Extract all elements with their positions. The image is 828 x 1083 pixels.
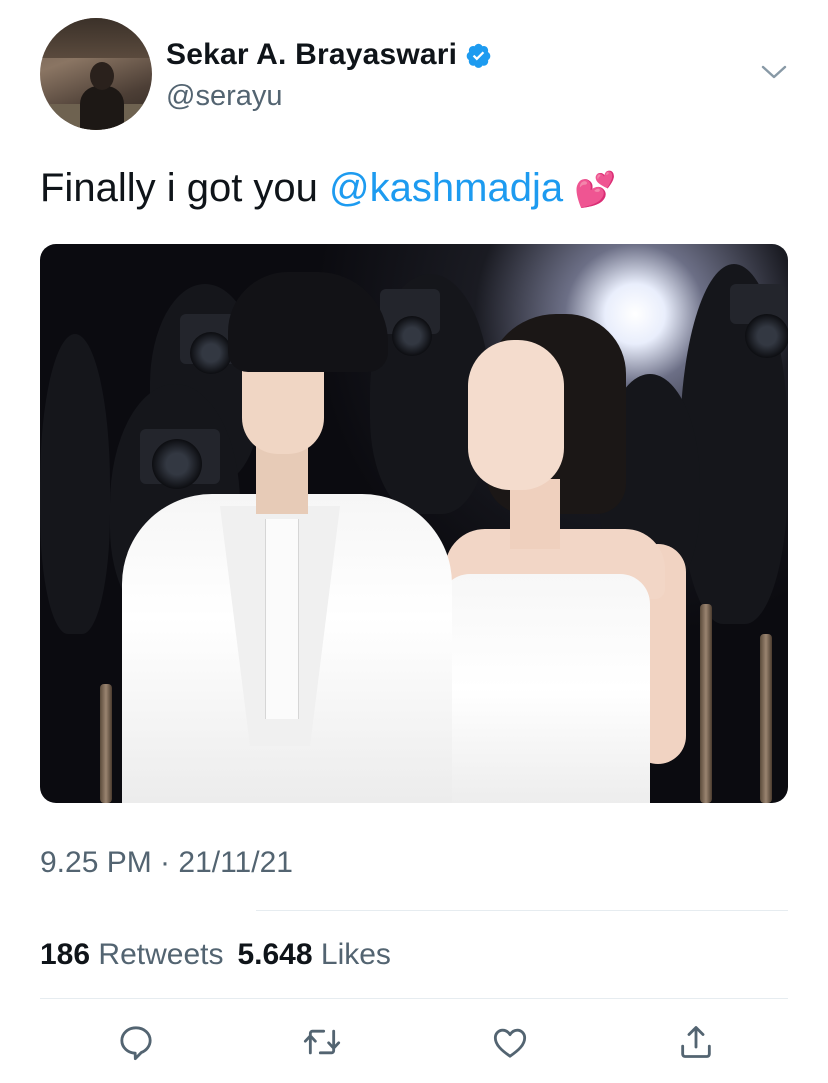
- author-display-name[interactable]: Sekar A. Brayaswari: [166, 38, 457, 72]
- likes-count: 5.648: [237, 938, 313, 971]
- retweets-count: 186: [40, 938, 91, 971]
- divider: [40, 998, 788, 999]
- chevron-down-icon[interactable]: [760, 62, 788, 82]
- tweet-text-body: Finally i got you: [40, 166, 330, 210]
- author-handle[interactable]: @serayu: [166, 80, 282, 113]
- author-name-row[interactable]: Sekar A. Brayaswari: [166, 38, 492, 72]
- share-icon[interactable]: [676, 1022, 716, 1062]
- retweet-icon[interactable]: [302, 1022, 342, 1062]
- tweet-photo[interactable]: [40, 244, 788, 803]
- tweet-text: Finally i got you @kashmadja 💕: [40, 166, 617, 211]
- likes-stat[interactable]: 5.648 Likes: [237, 938, 390, 971]
- verified-badge-icon: [466, 43, 491, 68]
- retweets-label: Retweets: [98, 938, 224, 971]
- divider: [256, 910, 788, 911]
- avatar[interactable]: [40, 18, 152, 130]
- likes-label: Likes: [320, 938, 391, 971]
- like-icon[interactable]: [490, 1022, 530, 1062]
- tweet-actions: [0, 1012, 828, 1072]
- two-hearts-emoji: 💕: [574, 171, 617, 209]
- reply-icon[interactable]: [116, 1022, 156, 1062]
- tweet-stats: 186 Retweets 5.648 Likes: [40, 938, 391, 972]
- retweets-stat[interactable]: 186 Retweets: [40, 938, 223, 971]
- mention-link[interactable]: @kashmadja: [329, 166, 563, 210]
- tweet-timestamp[interactable]: 9.25 PM · 21/11/21: [40, 846, 293, 880]
- tweet-header: Sekar A. Brayaswari @serayu: [40, 18, 790, 130]
